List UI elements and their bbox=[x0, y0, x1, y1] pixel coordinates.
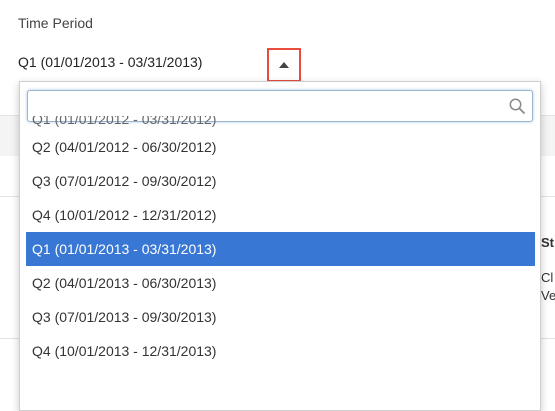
bg-left-band bbox=[0, 115, 20, 156]
dropdown-option[interactable]: Q2 (04/01/2012 - 06/30/2012) bbox=[26, 130, 535, 164]
time-period-value[interactable]: Q1 (01/01/2013 - 03/31/2013) bbox=[18, 54, 202, 70]
caret-up-icon bbox=[279, 62, 289, 68]
dropdown-option[interactable]: Q2 (04/01/2013 - 06/30/2013) bbox=[26, 266, 535, 300]
dropdown-option[interactable]: Q4 (10/01/2013 - 12/31/2013) bbox=[26, 334, 535, 368]
bg-left-divider-2 bbox=[0, 338, 20, 339]
dropdown-option[interactable]: Q4 (10/01/2012 - 12/31/2012) bbox=[26, 198, 535, 232]
dropdown-option-selected[interactable]: Q1 (01/01/2013 - 03/31/2013) bbox=[26, 232, 535, 266]
bg-right-band bbox=[541, 115, 555, 156]
dropdown-option[interactable]: Q3 (07/01/2012 - 09/30/2012) bbox=[26, 164, 535, 198]
dropdown-option[interactable]: Q3 (07/01/2013 - 09/30/2013) bbox=[26, 300, 535, 334]
time-period-dropdown: Q1 (01/01/2012 - 03/31/2012) Q2 (04/01/2… bbox=[19, 81, 541, 411]
background-fragment: Ve bbox=[541, 288, 555, 303]
background-fragment: St bbox=[541, 235, 554, 250]
search-icon bbox=[509, 98, 525, 114]
background-fragment: Cl bbox=[541, 270, 554, 285]
dropdown-toggle-button[interactable] bbox=[267, 48, 301, 82]
dropdown-option[interactable]: Q1 (01/01/2012 - 03/31/2012) bbox=[26, 116, 535, 130]
bg-left-divider bbox=[0, 196, 20, 197]
time-period-label: Time Period bbox=[18, 15, 93, 31]
options-list: Q1 (01/01/2012 - 03/31/2012) Q2 (04/01/2… bbox=[26, 116, 535, 368]
bg-right-divider-2 bbox=[541, 338, 555, 339]
